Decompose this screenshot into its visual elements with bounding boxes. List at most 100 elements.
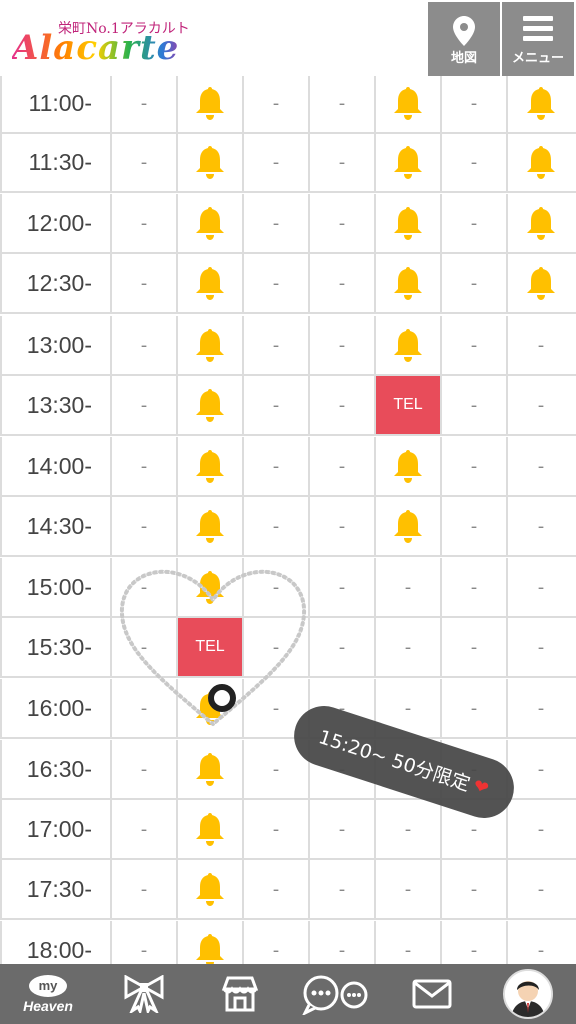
time-label: 17:30- <box>0 860 112 918</box>
empty-slot: - <box>244 316 310 374</box>
schedule-row: 17:30- - - - - - - <box>0 860 576 920</box>
schedule-row: 12:30- - - - - <box>0 254 576 314</box>
empty-slot: - <box>310 316 376 374</box>
bell-icon <box>394 510 422 543</box>
bell-slot[interactable] <box>508 74 574 132</box>
ribbon-button[interactable] <box>96 964 192 1024</box>
bell-slot[interactable] <box>376 316 442 374</box>
bell-slot[interactable] <box>376 133 442 191</box>
bell-icon <box>527 87 555 120</box>
bell-slot[interactable] <box>376 194 442 252</box>
shop-button[interactable] <box>192 964 288 1024</box>
schedule-grid: 11:00- - - - -11:30- - - - -12:00- - - - -12:30- - - - -… <box>0 0 576 981</box>
mail-button[interactable] <box>384 964 480 1024</box>
bell-icon <box>196 267 224 300</box>
empty-slot: - <box>537 394 545 416</box>
time-label: 11:30- <box>0 133 112 191</box>
bell-icon <box>394 146 422 179</box>
empty-slot: - <box>112 316 178 374</box>
empty-slot: - <box>442 194 508 252</box>
bell-slot[interactable] <box>376 497 442 555</box>
bell-icon <box>394 207 422 240</box>
empty-slot: - <box>112 800 178 858</box>
tel-button[interactable]: TEL <box>178 618 242 676</box>
empty-slot: - <box>310 860 376 918</box>
bell-icon <box>527 146 555 179</box>
bell-slot[interactable] <box>508 194 574 252</box>
bell-slot[interactable] <box>508 254 574 312</box>
empty-slot: - <box>537 334 545 356</box>
empty-slot: - <box>537 576 545 598</box>
avatar <box>503 969 553 1019</box>
empty-slot: - <box>310 194 376 252</box>
empty-slot: - <box>310 618 376 676</box>
bell-slot[interactable] <box>178 558 244 616</box>
bell-slot[interactable] <box>178 376 244 434</box>
time-label: 17:00- <box>0 800 112 858</box>
shop-icon <box>221 976 259 1012</box>
bell-slot[interactable] <box>376 437 442 495</box>
bell-slot[interactable] <box>178 740 244 798</box>
empty-slot: - <box>537 878 545 900</box>
schedule-row: 15:00- - - - - - - <box>0 558 576 618</box>
bell-slot[interactable] <box>178 860 244 918</box>
bell-slot[interactable] <box>178 194 244 252</box>
bell-icon <box>196 813 224 846</box>
bell-slot[interactable] <box>376 254 442 312</box>
chat-icon <box>302 975 368 1015</box>
empty-slot: - <box>112 618 178 676</box>
empty-slot: - <box>442 618 508 676</box>
tel-slot[interactable]: TEL <box>376 376 442 434</box>
empty-slot: - <box>537 697 545 719</box>
myheaven-button[interactable]: my Heaven <box>0 964 96 1024</box>
empty-slot: - <box>244 800 310 858</box>
bell-icon <box>196 146 224 179</box>
empty-slot: - <box>112 497 178 555</box>
tel-button[interactable]: TEL <box>376 376 440 434</box>
header: 栄町No.1アラカルト Alacarte 地図 メニュー <box>0 0 576 76</box>
empty-slot: - <box>442 376 508 434</box>
bell-icon <box>196 87 224 120</box>
bell-icon <box>394 329 422 362</box>
bell-slot[interactable] <box>178 800 244 858</box>
empty-slot: - <box>244 497 310 555</box>
empty-slot: - <box>112 194 178 252</box>
bell-icon <box>196 389 224 422</box>
bell-slot[interactable] <box>178 316 244 374</box>
tel-slot[interactable]: TEL <box>178 618 244 676</box>
bell-slot[interactable] <box>178 254 244 312</box>
empty-slot: - <box>376 860 442 918</box>
bell-slot[interactable] <box>508 133 574 191</box>
empty-slot: - <box>442 254 508 312</box>
empty-slot: - <box>112 558 178 616</box>
empty-slot: - <box>112 254 178 312</box>
empty-slot: - <box>244 194 310 252</box>
empty-slot: - <box>376 800 442 858</box>
bell-icon <box>196 753 224 786</box>
bell-slot[interactable] <box>178 437 244 495</box>
logo[interactable]: 栄町No.1アラカルト Alacarte <box>8 14 190 68</box>
chat-button[interactable] <box>288 964 384 1024</box>
empty-slot: - <box>442 860 508 918</box>
empty-slot: - <box>376 618 442 676</box>
profile-button[interactable] <box>480 964 576 1024</box>
bell-icon <box>527 207 555 240</box>
bell-slot[interactable] <box>178 74 244 132</box>
schedule-row: 14:30- - - - - - <box>0 497 576 557</box>
empty-slot: - <box>112 376 178 434</box>
empty-slot: - <box>244 254 310 312</box>
bell-slot[interactable] <box>178 133 244 191</box>
bell-slot[interactable] <box>178 497 244 555</box>
bell-slot[interactable] <box>376 74 442 132</box>
time-label: 15:30- <box>0 618 112 676</box>
bell-icon <box>196 450 224 483</box>
bell-icon <box>394 450 422 483</box>
time-label: 16:00- <box>0 679 112 737</box>
map-button[interactable]: 地図 <box>428 2 500 76</box>
empty-slot: - <box>310 74 376 132</box>
empty-slot: - <box>537 818 545 840</box>
hamburger-icon <box>523 16 553 41</box>
empty-slot: - <box>537 758 545 780</box>
empty-slot: - <box>112 74 178 132</box>
menu-button[interactable]: メニュー <box>502 2 574 76</box>
